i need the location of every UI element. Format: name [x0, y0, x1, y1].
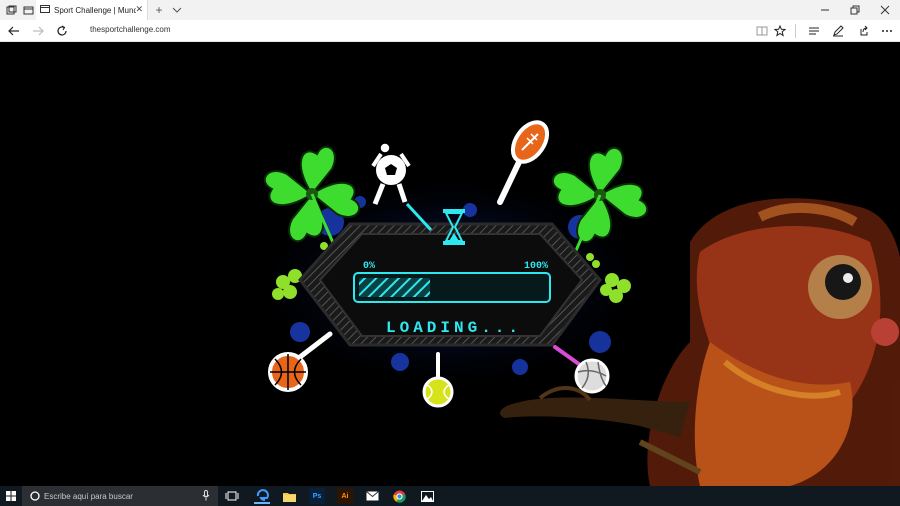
windows-start-icon[interactable] [0, 486, 22, 506]
photos-icon[interactable] [419, 488, 435, 504]
close-tab-icon[interactable]: ✕ [135, 4, 143, 15]
task-view-icon[interactable] [224, 488, 240, 504]
progress-end-label: 100% [524, 261, 548, 272]
cortana-icon [30, 491, 40, 501]
progress-bar [353, 272, 551, 303]
search-placeholder: Escribe aquí para buscar [44, 491, 133, 501]
web-note-icon[interactable] [830, 23, 846, 39]
url-field[interactable]: thesportchallenge.com [90, 25, 171, 34]
favorite-star-icon[interactable] [772, 23, 788, 39]
more-options-icon[interactable] [879, 23, 895, 39]
mail-icon[interactable] [364, 488, 380, 504]
restore-button[interactable] [840, 0, 870, 20]
tabs-aside-icon[interactable] [20, 2, 36, 18]
reading-view-icon[interactable] [754, 23, 770, 39]
edge-icon[interactable] [254, 488, 270, 504]
refresh-icon[interactable] [54, 23, 70, 39]
close-window-button[interactable] [870, 0, 900, 20]
chevron-down-icon[interactable] [169, 2, 185, 18]
share-icon[interactable] [855, 23, 871, 39]
chrome-icon[interactable] [391, 488, 407, 504]
illustrator-icon[interactable]: Ai [337, 488, 353, 504]
tab-preview-icon[interactable] [3, 2, 19, 18]
browser-tab[interactable]: Sport Challenge | Mund ✕ [36, 0, 148, 20]
taskbar-search-box[interactable]: Escribe aquí para buscar [22, 486, 218, 506]
forward-icon[interactable] [30, 23, 46, 39]
game-page: 0% 100% LOADING... [0, 42, 900, 486]
tab-title: Sport Challenge | Mund [54, 5, 136, 15]
file-explorer-icon[interactable] [281, 488, 297, 504]
browser-address-bar: thesportchallenge.com [0, 20, 900, 42]
photoshop-icon[interactable]: Ps [309, 488, 325, 504]
new-tab-button[interactable]: + [151, 2, 167, 18]
progress-fill [359, 278, 430, 297]
loading-text: LOADING... [386, 319, 522, 337]
progress-start-label: 0% [363, 261, 375, 272]
loading-screen-scene: 0% 100% LOADING... [250, 120, 900, 486]
microphone-icon[interactable] [202, 490, 210, 501]
browser-tab-bar: Sport Challenge | Mund ✕ + [0, 0, 900, 20]
hub-icon[interactable] [806, 23, 822, 39]
page-favicon [40, 1, 50, 19]
windows-taskbar: Escribe aquí para buscar Ps Ai [0, 486, 900, 506]
minimize-button[interactable] [810, 0, 840, 20]
back-icon[interactable] [6, 23, 22, 39]
